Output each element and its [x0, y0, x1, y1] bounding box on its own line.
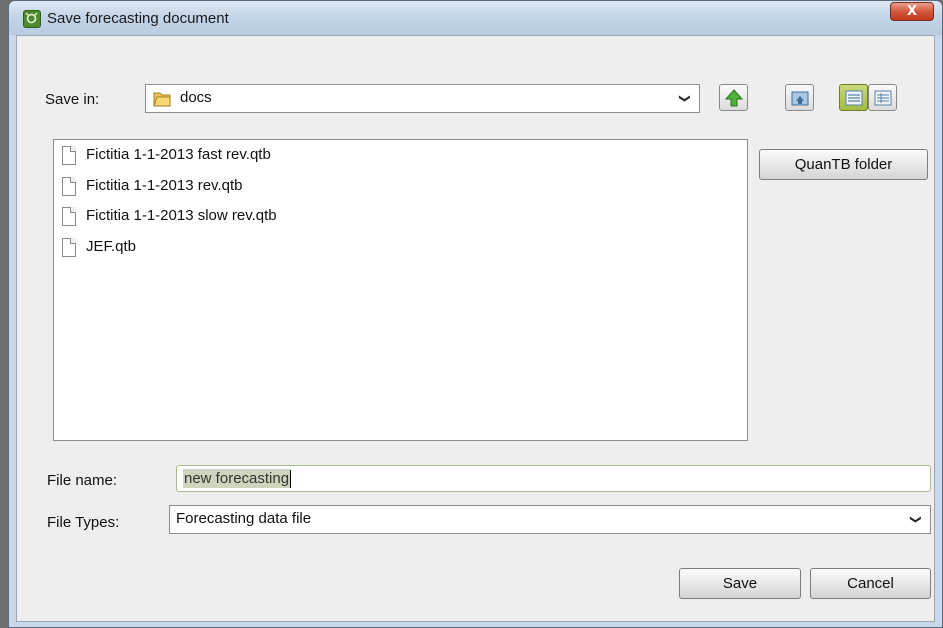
save-in-value: docs: [180, 89, 212, 106]
chevron-down-icon[interactable]: ❯: [905, 508, 928, 532]
file-name: Fictitia 1-1-2013 fast rev.qtb: [86, 146, 271, 163]
document-icon: [62, 207, 76, 226]
details-view-icon: [874, 90, 892, 106]
file-name: JEF.qtb: [86, 238, 137, 255]
file-name-label: File name:: [47, 472, 118, 489]
file-types-label: File Types:: [47, 514, 120, 531]
up-folder-icon: [724, 89, 744, 107]
document-icon: [62, 177, 76, 196]
close-button[interactable]: X: [890, 2, 934, 21]
save-in-label: Save in:: [45, 91, 100, 108]
list-item[interactable]: Fictitia 1-1-2013 slow rev.qtb: [60, 204, 460, 232]
document-icon: [62, 146, 76, 165]
save-button[interactable]: Save: [679, 568, 801, 599]
chevron-down-icon[interactable]: ❯: [674, 87, 697, 111]
document-icon: [62, 238, 76, 257]
file-list[interactable]: Fictitia 1-1-2013 fast rev.qtb Fictitia …: [53, 139, 748, 441]
file-types-dropdown[interactable]: Forecasting data file ❯: [169, 505, 931, 534]
list-item[interactable]: Fictitia 1-1-2013 fast rev.qtb: [60, 143, 460, 171]
quantb-folder-button[interactable]: QuanTB folder: [759, 149, 928, 180]
file-name: Fictitia 1-1-2013 rev.qtb: [86, 177, 243, 194]
text-caret: [290, 470, 291, 488]
save-dialog: Save forecasting document X Save in: doc…: [8, 0, 943, 628]
cancel-button[interactable]: Cancel: [810, 568, 931, 599]
details-view-button[interactable]: [868, 84, 897, 111]
up-folder-button[interactable]: [719, 84, 748, 111]
title-bar[interactable]: Save forecasting document X: [9, 1, 942, 35]
file-name: Fictitia 1-1-2013 slow rev.qtb: [86, 207, 277, 224]
home-folder-button[interactable]: [785, 84, 814, 111]
list-item[interactable]: JEF.qtb: [60, 235, 460, 263]
folder-icon: [152, 89, 172, 109]
file-name-input[interactable]: new forecasting: [176, 465, 931, 492]
home-folder-icon: [791, 91, 809, 106]
file-name-value: new forecasting: [183, 469, 291, 488]
list-item[interactable]: Fictitia 1-1-2013 rev.qtb: [60, 174, 460, 202]
dialog-content: Save in: docs ❯ Fictitia 1-1-2013 fast r…: [16, 35, 935, 622]
list-view-icon: [845, 90, 863, 106]
file-types-value: Forecasting data file: [176, 510, 312, 527]
list-view-button[interactable]: [839, 84, 868, 111]
app-icon: [23, 10, 41, 28]
save-in-dropdown[interactable]: docs ❯: [145, 84, 700, 113]
dialog-title: Save forecasting document: [47, 10, 229, 27]
